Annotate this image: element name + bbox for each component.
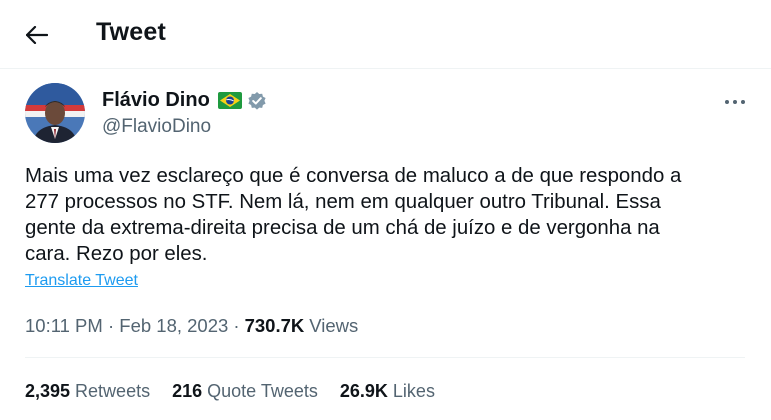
arrow-left-icon — [26, 26, 48, 44]
meta-separator: · — [228, 315, 240, 336]
author-handle[interactable]: @FlavioDino — [102, 116, 211, 138]
engagement-stats: 2,395 Retweets 216 Quote Tweets 26.9K Likes — [25, 381, 457, 402]
stats-divider — [25, 357, 745, 358]
author-name-row: Flávio Dino — [102, 89, 267, 112]
likes-stat[interactable]: 26.9K Likes — [340, 381, 435, 402]
tweet-meta: 10:11 PM · Feb 18, 2023 · 730.7K Views — [25, 315, 358, 337]
back-button[interactable] — [22, 20, 52, 50]
page-title: Tweet — [96, 18, 166, 46]
quote-tweets-count: 216 — [172, 381, 203, 401]
page-header: Tweet — [0, 0, 771, 68]
brazil-flag-icon — [217, 92, 242, 109]
quote-tweets-stat[interactable]: 216 Quote Tweets — [172, 381, 318, 402]
avatar[interactable] — [25, 83, 85, 143]
more-dots-icon — [725, 100, 745, 104]
views-label: Views — [309, 315, 359, 336]
verified-badge-icon — [247, 91, 267, 111]
tweet-date[interactable]: Feb 18, 2023 — [119, 315, 228, 337]
quote-tweets-label: Quote Tweets — [207, 381, 318, 401]
retweets-stat[interactable]: 2,395 Retweets — [25, 381, 150, 402]
author-name[interactable]: Flávio Dino — [102, 89, 210, 112]
retweets-count: 2,395 — [25, 381, 71, 401]
likes-count: 26.9K — [339, 381, 388, 401]
tweet-text: Mais uma vez esclareço que é conversa de… — [25, 165, 682, 265]
views-count: 730.7K — [244, 315, 305, 336]
likes-label: Likes — [392, 381, 435, 401]
header-divider — [0, 68, 771, 69]
more-options-button[interactable] — [720, 92, 750, 112]
retweets-label: Retweets — [75, 381, 151, 401]
tweet-time[interactable]: 10:11 PM — [25, 315, 103, 337]
meta-separator: · — [102, 315, 120, 336]
translate-tweet-link[interactable]: Translate Tweet — [25, 272, 138, 290]
